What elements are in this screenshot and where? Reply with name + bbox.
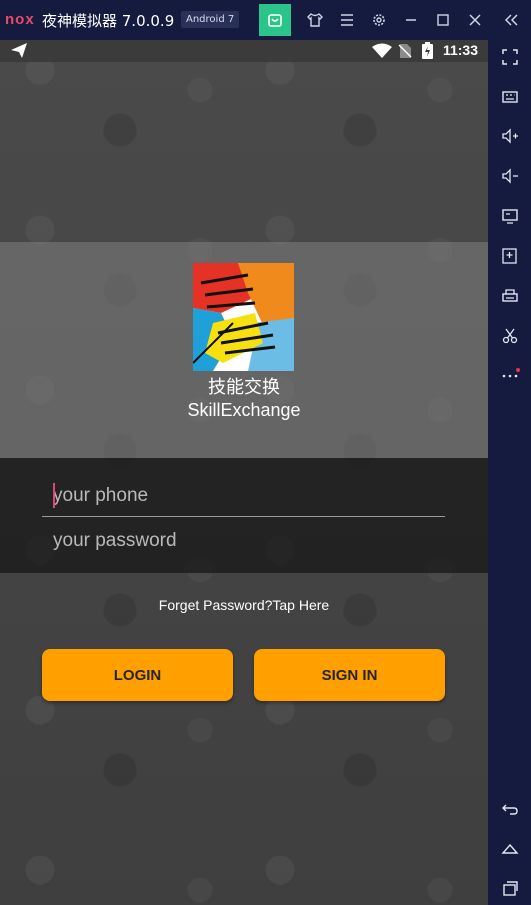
- phone-input[interactable]: [42, 482, 455, 510]
- volume-up-icon[interactable]: [488, 121, 531, 151]
- more-icon[interactable]: [488, 360, 531, 390]
- keyboard-icon[interactable]: [488, 82, 531, 112]
- app-logo: [193, 263, 294, 371]
- app-name-chinese: 技能交换: [208, 377, 280, 398]
- battery-icon: [422, 42, 433, 63]
- shop-icon[interactable]: [259, 4, 291, 36]
- minimize-icon[interactable]: [395, 4, 427, 36]
- nox-logo: nox: [5, 11, 35, 28]
- logo-section: 技能交换 SkillExchange: [0, 242, 488, 458]
- status-time: 11:33: [442, 42, 478, 58]
- text-cursor: [53, 483, 55, 508]
- back-icon[interactable]: [488, 794, 531, 824]
- print-icon[interactable]: [488, 281, 531, 311]
- emulator-sidebar: [488, 40, 531, 905]
- fullscreen-icon[interactable]: [488, 42, 531, 72]
- menu-icon[interactable]: [331, 4, 363, 36]
- android-screen: 11:33 技能交换 SkillExchange Forget Password…: [0, 40, 488, 905]
- scissors-icon[interactable]: [488, 321, 531, 351]
- wifi-icon: [372, 43, 392, 62]
- maximize-icon[interactable]: [427, 4, 459, 36]
- forget-password-link[interactable]: Forget Password?Tap Here: [0, 597, 488, 613]
- collapse-icon[interactable]: [495, 4, 527, 36]
- screen-icon[interactable]: [488, 201, 531, 231]
- send-icon: [10, 42, 28, 63]
- login-form: [0, 458, 488, 573]
- login-button[interactable]: LOGIN: [42, 649, 233, 701]
- password-input[interactable]: [42, 527, 455, 555]
- home-icon[interactable]: [488, 834, 531, 864]
- recent-icon[interactable]: [488, 873, 531, 903]
- gear-icon[interactable]: [363, 4, 395, 36]
- emulator-titlebar: nox 夜神模拟器 7.0.0.9 Android 7: [0, 0, 531, 40]
- phone-input-underline: [42, 516, 445, 517]
- android-version-badge: Android 7: [181, 11, 240, 28]
- volume-down-icon[interactable]: [488, 161, 531, 191]
- app-name-english: SkillExchange: [187, 400, 301, 420]
- emulator-title: 夜神模拟器 7.0.0.9: [42, 12, 175, 30]
- status-bar: 11:33: [0, 40, 488, 62]
- sign-in-button[interactable]: SIGN IN: [254, 649, 445, 701]
- no-sim-icon: [398, 43, 412, 63]
- close-icon[interactable]: [459, 4, 491, 36]
- apk-icon[interactable]: [488, 241, 531, 271]
- shirt-icon[interactable]: [299, 4, 331, 36]
